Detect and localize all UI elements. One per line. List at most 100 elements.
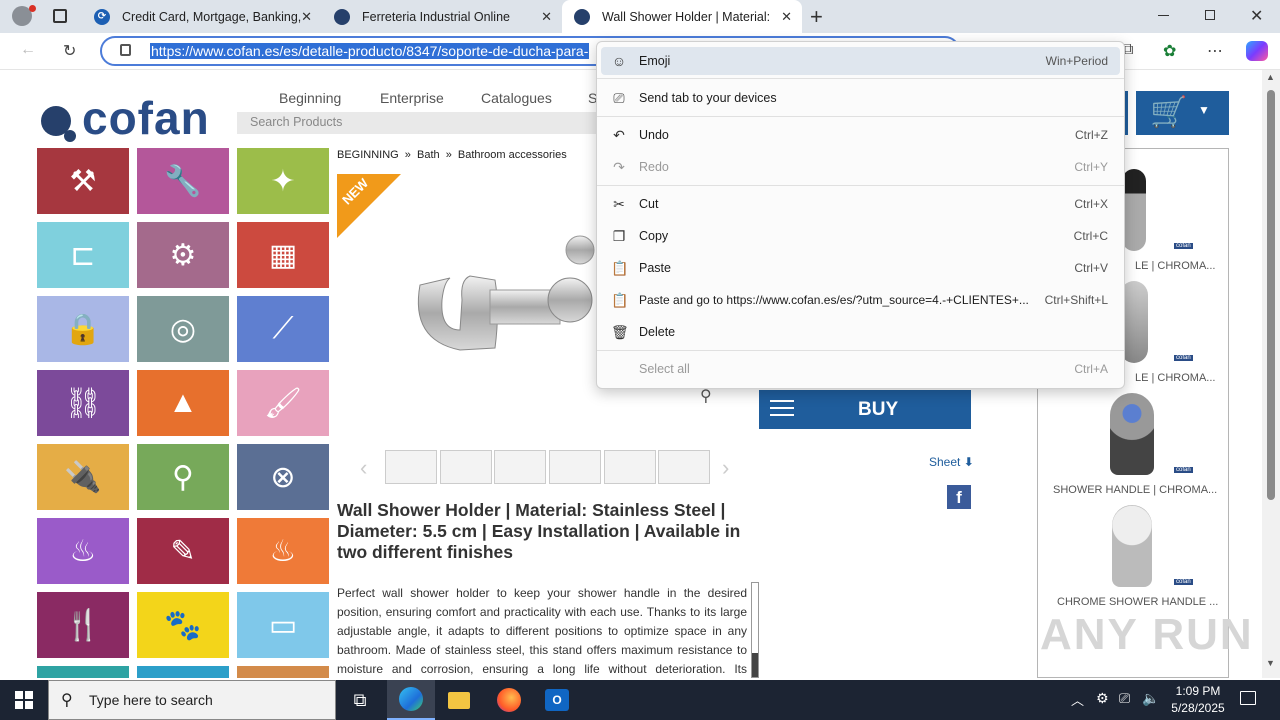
category-abrasives[interactable]: ◎ — [137, 296, 229, 362]
scroll-up-icon[interactable]: ▲ — [1266, 72, 1275, 82]
task-view-icon[interactable]: ⧉ — [336, 680, 384, 720]
close-window-icon[interactable]: ✕ — [1250, 6, 1263, 26]
category-chains[interactable]: ⛓ — [37, 370, 129, 436]
description-scroll-thumb[interactable] — [752, 653, 758, 677]
start-button[interactable] — [0, 680, 48, 720]
page-scrollbar[interactable]: ▲ ▼ — [1262, 70, 1280, 678]
category-home[interactable]: ♨ — [37, 518, 129, 584]
tray-app-icon[interactable]: ⚙ — [1096, 690, 1109, 707]
menu-item-undo[interactable]: ↶ Undo Ctrl+Z — [601, 121, 1120, 149]
file-explorer-taskbar-icon[interactable] — [435, 680, 483, 720]
nav-catalogues[interactable]: Catalogues — [481, 90, 552, 106]
nav-beginning[interactable]: Beginning — [279, 90, 341, 106]
menu-item-cut[interactable]: ✂ Cut Ctrl+X — [601, 190, 1120, 218]
related-product-label[interactable]: SHOWER HANDLE | CHROMA... — [1053, 484, 1217, 496]
menu-item-shortcut: Ctrl+Z — [1075, 128, 1108, 142]
extensions-icon[interactable]: ✿ — [1163, 41, 1176, 61]
thumbnail[interactable] — [494, 450, 546, 484]
menu-item-send-tab[interactable]: ⎚ Send tab to your devices — [601, 84, 1120, 112]
zoom-icon[interactable]: ⚲ — [700, 386, 712, 406]
category-garden[interactable]: ⚲ — [137, 444, 229, 510]
tab-actions-icon[interactable] — [53, 9, 67, 23]
breadcrumb-home[interactable]: BEGINNING — [337, 149, 399, 161]
related-product-image[interactable] — [1112, 505, 1152, 587]
buy-button[interactable]: BUY — [759, 390, 971, 429]
menu-item-emoji[interactable]: ☺ Emoji Win+Period — [601, 47, 1120, 75]
product-search[interactable]: Search Products — [237, 112, 597, 134]
tab-ferreteria[interactable]: Ferreteria Industrial Online ✕ — [322, 0, 562, 33]
category-more-2[interactable] — [137, 666, 229, 678]
nav-enterprise[interactable]: Enterprise — [380, 90, 444, 106]
more-options-icon[interactable]: ⋯ — [1207, 41, 1223, 61]
back-icon[interactable]: ← — [20, 41, 36, 59]
category-bath[interactable]: ▭ — [237, 592, 329, 658]
site-logo[interactable]: cofan — [82, 91, 210, 145]
cart-button[interactable]: 🛒 ▼ — [1136, 91, 1229, 135]
category-fixings[interactable]: ⟋ — [237, 296, 329, 362]
copilot-icon[interactable] — [1246, 41, 1268, 61]
chevron-up-icon[interactable]: ︿ — [1071, 690, 1084, 709]
related-product-image[interactable] — [1110, 393, 1154, 475]
thumbnail[interactable] — [549, 450, 601, 484]
category-painting[interactable]: 🖌 — [237, 370, 329, 436]
thumbnail[interactable] — [658, 450, 710, 484]
network-icon[interactable]: ⎚ — [1119, 690, 1130, 707]
url-text[interactable]: https://www.cofan.es/es/detalle-producto… — [150, 43, 590, 59]
notifications-icon[interactable] — [1240, 691, 1256, 705]
category-power-tools[interactable]: ⚒ — [37, 148, 129, 214]
new-tab-icon[interactable]: + — [810, 4, 823, 30]
category-plumbing[interactable]: ⊏ — [37, 222, 129, 288]
category-pneumatic[interactable]: ✦ — [237, 148, 329, 214]
close-tab-icon[interactable]: ✕ — [301, 9, 312, 25]
thumbnail[interactable] — [385, 450, 437, 484]
category-signage[interactable]: ▲ — [137, 370, 229, 436]
thumbnail[interactable] — [604, 450, 656, 484]
tab-wall-shower-holder[interactable]: Wall Shower Holder | Material: St ✕ — [562, 0, 802, 33]
category-more-3[interactable] — [237, 666, 329, 678]
tab-credit-card[interactable]: ⟳ Credit Card, Mortgage, Banking, ✕ — [82, 0, 322, 33]
product-image[interactable] — [400, 190, 595, 360]
minimize-icon[interactable] — [1158, 15, 1169, 16]
clock-date: 5/28/2025 — [1171, 701, 1225, 715]
scroll-down-icon[interactable]: ▼ — [1266, 658, 1275, 668]
category-cutlery[interactable]: 🍴 — [37, 592, 129, 658]
taskbar-search-box[interactable]: ⚲ Type here to search — [48, 680, 336, 720]
edge-taskbar-icon[interactable] — [387, 680, 435, 720]
menu-item-paste[interactable]: 📋 Paste Ctrl+V — [601, 254, 1120, 282]
category-locks[interactable]: 🔒 — [37, 296, 129, 362]
thumbnail-prev-icon[interactable]: ‹ — [360, 455, 367, 481]
facebook-icon[interactable]: f — [947, 485, 971, 509]
thumbnail-next-icon[interactable]: › — [722, 455, 729, 481]
category-pets[interactable]: 🐾 — [137, 592, 229, 658]
breadcrumb-bath[interactable]: Bath — [417, 149, 440, 161]
description-scrollbar[interactable] — [751, 582, 759, 678]
related-product-label[interactable]: CHROME SHOWER HANDLE ... — [1057, 596, 1218, 608]
menu-item-paste-and-go[interactable]: 📋 Paste and go to https://www.cofan.es/e… — [601, 286, 1120, 314]
category-electrical[interactable]: 🔌 — [37, 444, 129, 510]
volume-icon[interactable]: 🔈 — [1142, 690, 1159, 707]
category-kitchen[interactable]: ♨ — [237, 518, 329, 584]
menu-item-copy[interactable]: ❐ Copy Ctrl+C — [601, 222, 1120, 250]
category-clearance[interactable]: ⊗ — [237, 444, 329, 510]
related-product-image[interactable] — [1122, 169, 1146, 251]
lock-icon[interactable] — [120, 44, 131, 56]
thumbnail[interactable] — [440, 450, 492, 484]
system-clock[interactable]: 1:09 PM 5/28/2025 — [1168, 683, 1228, 717]
firefox-taskbar-icon[interactable] — [485, 680, 533, 720]
category-more-1[interactable] — [37, 666, 129, 678]
related-product-label[interactable]: LE | CHROMA... — [1135, 372, 1215, 384]
category-mechanics[interactable]: ⚙ — [137, 222, 229, 288]
category-appliances[interactable]: ✎ — [137, 518, 229, 584]
breadcrumb-bath-accessories[interactable]: Bathroom accessories — [458, 149, 567, 161]
restore-icon[interactable] — [1205, 10, 1215, 20]
category-safety[interactable]: ▦ — [237, 222, 329, 288]
page-scroll-thumb[interactable] — [1267, 90, 1275, 500]
sheet-download-link[interactable]: Sheet ⬇ — [929, 455, 974, 469]
refresh-icon[interactable]: ↻ — [63, 41, 76, 61]
close-tab-icon[interactable]: ✕ — [541, 9, 552, 25]
close-tab-icon[interactable]: ✕ — [781, 9, 792, 25]
outlook-taskbar-icon[interactable]: O — [533, 680, 581, 720]
menu-item-delete[interactable]: 🗑 Delete — [601, 318, 1120, 346]
related-product-label[interactable]: LE | CHROMA... — [1135, 260, 1215, 272]
category-hand-tools[interactable]: 🔧 — [137, 148, 229, 214]
